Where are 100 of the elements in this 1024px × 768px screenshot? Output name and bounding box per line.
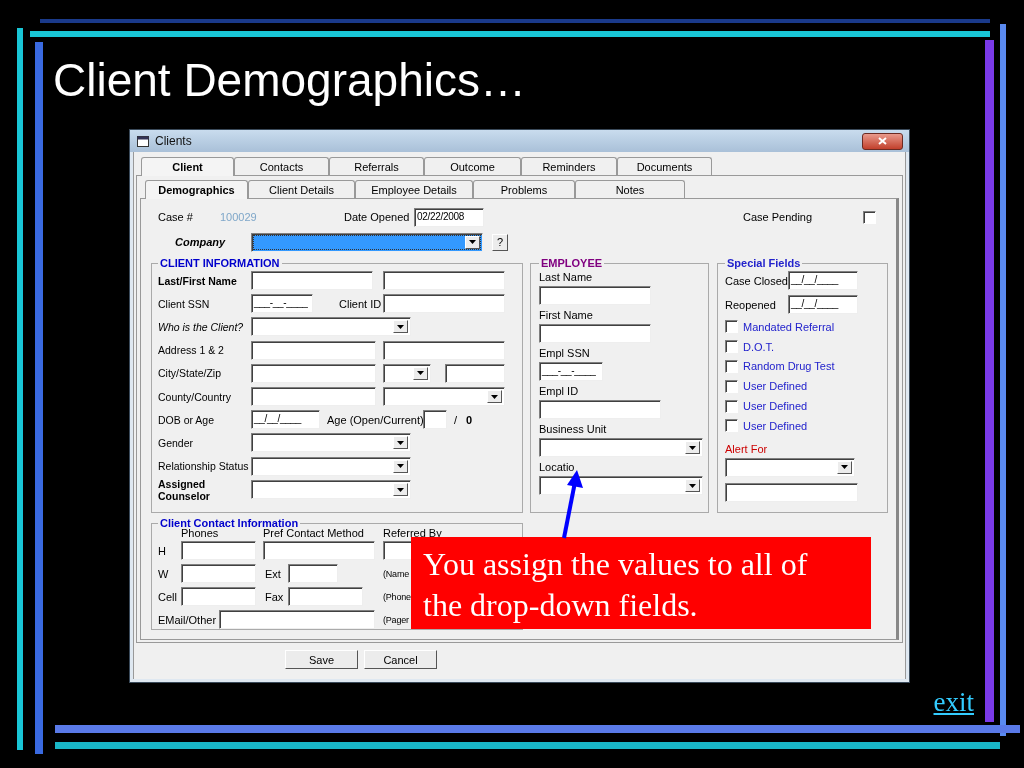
text-field[interactable] <box>383 340 505 360</box>
age-value: 0 <box>466 412 474 427</box>
dropdown[interactable] <box>383 387 505 407</box>
dropdown-toggle[interactable] <box>393 483 408 497</box>
dropdown-toggle[interactable] <box>393 320 408 334</box>
text-field[interactable] <box>445 363 505 383</box>
field-label: Reopened <box>725 297 777 312</box>
text-field[interactable] <box>288 564 338 583</box>
field-label: (Pager <box>383 613 410 627</box>
field-label: Locatio <box>539 460 576 474</box>
checkbox[interactable] <box>725 419 738 433</box>
checkbox-label: Random Drug Test <box>743 359 835 374</box>
text-field[interactable] <box>219 610 375 629</box>
text-field[interactable] <box>383 271 505 291</box>
checkbox[interactable] <box>863 210 876 224</box>
field-label: (Name <box>383 567 410 581</box>
tab[interactable]: Documents <box>617 157 712 175</box>
text-field[interactable] <box>251 271 373 291</box>
text-field[interactable] <box>539 400 661 419</box>
field-label: Business Unit <box>539 422 608 436</box>
text-field[interactable] <box>251 387 376 407</box>
dropdown[interactable] <box>251 480 411 500</box>
text-field[interactable] <box>725 482 858 502</box>
dropdown-toggle[interactable] <box>487 390 502 404</box>
field-label: W <box>158 566 170 581</box>
dropdown[interactable] <box>539 438 703 457</box>
field-label: Cell <box>158 589 178 604</box>
window-icon <box>137 135 149 147</box>
date-field[interactable]: __/__/____ <box>788 295 858 314</box>
help-button[interactable]: ? <box>492 233 508 251</box>
tab[interactable]: Problems <box>473 180 575 198</box>
dialog-button[interactable]: Save <box>285 650 358 669</box>
dropdown[interactable] <box>251 232 483 252</box>
field-label: H <box>158 543 167 558</box>
text-field[interactable] <box>423 410 447 430</box>
text-field[interactable] <box>263 541 375 560</box>
text-field[interactable] <box>251 363 376 383</box>
text-field[interactable] <box>539 286 651 305</box>
caret-icon <box>491 394 498 399</box>
dropdown-toggle[interactable] <box>685 441 700 454</box>
group-title: Special Fields <box>726 257 802 269</box>
dropdown[interactable] <box>725 457 855 477</box>
field-label: Client SSN <box>158 297 211 310</box>
text-field[interactable] <box>383 541 413 560</box>
text-field[interactable]: __/__/____ <box>251 410 320 430</box>
text-field[interactable] <box>539 324 651 343</box>
dropdown-toggle[interactable] <box>685 479 700 492</box>
text-field[interactable] <box>288 587 363 606</box>
field-label: Client ID <box>339 296 381 311</box>
date-field[interactable]: 02/22/2008 <box>414 207 484 227</box>
checkbox[interactable] <box>725 320 738 334</box>
text-field[interactable]: ___-__-____ <box>251 294 313 314</box>
tab[interactable]: Outcome <box>424 157 521 175</box>
caret-icon <box>417 371 424 376</box>
tab[interactable]: Demographics <box>145 180 248 199</box>
field-label: Company <box>175 235 227 249</box>
tab[interactable]: Client <box>141 157 234 176</box>
field-label: Address 1 & 2 <box>158 344 225 357</box>
text-field[interactable]: ___-__-____ <box>539 362 603 381</box>
dropdown-toggle[interactable] <box>465 235 480 249</box>
dropdown[interactable] <box>251 433 411 453</box>
text-field[interactable] <box>383 294 505 314</box>
dropdown[interactable] <box>539 476 703 495</box>
dropdown[interactable] <box>251 317 411 337</box>
checkbox[interactable] <box>725 340 738 354</box>
field-label: Empl SSN <box>539 346 591 360</box>
dropdown[interactable] <box>383 363 431 383</box>
tab[interactable]: Client Details <box>248 180 355 198</box>
dropdown-toggle[interactable] <box>837 460 852 474</box>
text-field[interactable] <box>181 541 256 560</box>
tab[interactable]: Reminders <box>521 157 617 175</box>
field-label: DOB or Age <box>158 413 216 426</box>
tab[interactable]: Referrals <box>329 157 424 175</box>
caret-icon <box>397 487 404 492</box>
text-field[interactable] <box>181 587 256 606</box>
tab[interactable]: Notes <box>575 180 685 198</box>
dropdown-toggle[interactable] <box>393 436 408 450</box>
dialog-button[interactable]: Cancel <box>364 650 437 669</box>
field-label: Case Closed <box>725 273 785 288</box>
date-field[interactable]: __/__/____ <box>788 271 858 290</box>
checkbox[interactable] <box>725 360 738 373</box>
text-field[interactable] <box>251 340 376 360</box>
text-field[interactable] <box>181 564 256 583</box>
dropdown[interactable] <box>251 456 411 476</box>
checkbox-label: User Defined <box>743 418 808 433</box>
dropdown-toggle[interactable] <box>393 459 408 473</box>
tab[interactable]: Employee Details <box>355 180 473 198</box>
close-button[interactable] <box>862 132 903 150</box>
checkbox[interactable] <box>725 399 738 413</box>
checkbox-label: User Defined <box>743 399 808 414</box>
dropdown-toggle[interactable] <box>413 366 428 380</box>
field-label: First Name <box>539 308 594 322</box>
field-label: (Phone <box>383 590 412 604</box>
tab[interactable]: Contacts <box>234 157 329 175</box>
column-header: Phones <box>181 528 220 539</box>
field-label: Last Name <box>539 270 594 284</box>
exit-link[interactable]: exit <box>933 687 974 717</box>
field-label: EMail/Other <box>158 612 216 627</box>
caret-icon <box>397 440 404 445</box>
checkbox[interactable] <box>725 379 738 393</box>
